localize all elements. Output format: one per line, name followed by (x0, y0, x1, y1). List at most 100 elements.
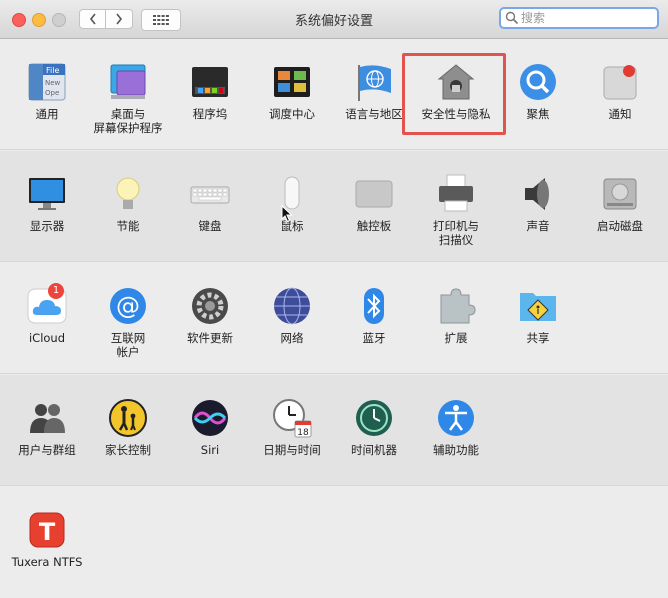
pane-label: 启动磁盘 (597, 219, 643, 233)
close-window-button[interactable] (12, 13, 26, 27)
pane-siri[interactable]: Siri (170, 397, 250, 457)
section-personal: File New Ope 通用 桌面与 屏幕保护程序 程序坞 调度中心 语言与地… (0, 39, 668, 150)
at-sign-icon: @ (110, 288, 146, 324)
pane-label: 声音 (526, 219, 550, 233)
pane-software-update[interactable]: 软件更新 (170, 285, 250, 345)
chevron-left-icon (89, 13, 96, 25)
zoom-window-button[interactable] (52, 13, 66, 27)
display-icon (29, 178, 65, 210)
pane-label: 网络 (280, 331, 304, 345)
pane-mouse[interactable]: 鼠标 (252, 173, 332, 233)
speaker-icon (525, 178, 549, 210)
navigation-buttons (79, 9, 135, 29)
pane-energy-saver[interactable]: 节能 (88, 173, 168, 233)
forward-button[interactable] (106, 9, 133, 29)
pane-dock[interactable]: 程序坞 (170, 61, 250, 121)
svg-text:@: @ (116, 292, 140, 320)
minimize-window-button[interactable] (32, 13, 46, 27)
svg-text:Ope: Ope (45, 89, 59, 97)
highlight-box (402, 53, 506, 135)
desktop-screensaver-icon (110, 64, 146, 99)
trackpad-icon (355, 180, 393, 208)
pane-printers-scanners[interactable]: 打印机与 扫描仪 (416, 173, 496, 247)
pane-label: 通知 (608, 107, 632, 121)
pane-sound[interactable]: 声音 (498, 173, 578, 233)
pane-icloud[interactable]: 1 iCloud (7, 283, 87, 345)
section-system: 用户与群组 家长控制 Siri 18 日期与时间 时间机器 辅助功能 (0, 375, 668, 486)
tuxera-icon: T (29, 512, 65, 548)
pane-extensions[interactable]: 扩展 (416, 285, 496, 345)
pane-trackpad[interactable]: 触控板 (334, 173, 414, 233)
pane-label: 时间机器 (351, 443, 397, 457)
siri-icon (192, 400, 228, 436)
section-internet: 1 iCloud @ 互联网 帐户 软件更新 网络 蓝牙 扩展 共享 (0, 263, 668, 374)
pane-notifications[interactable]: 通知 (580, 61, 660, 121)
pane-general[interactable]: File New Ope 通用 (7, 61, 87, 121)
pane-users-groups[interactable]: 用户与群组 (7, 397, 87, 457)
pane-sharing[interactable]: 共享 (498, 285, 578, 345)
pane-label: Tuxera NTFS (11, 555, 83, 569)
pane-label: 软件更新 (187, 331, 233, 345)
pane-parental-controls[interactable]: 家长控制 (88, 397, 168, 457)
section-hardware: 显示器 节能 键盘 鼠标 触控板 打印机与 扫描仪 声音 启动磁盘 (0, 151, 668, 262)
pane-label: 打印机与 扫描仪 (433, 219, 479, 247)
network-globe-icon (274, 287, 310, 325)
pane-time-machine[interactable]: 时间机器 (334, 397, 414, 457)
pane-spotlight[interactable]: 聚焦 (498, 61, 578, 121)
notifications-icon (603, 65, 637, 100)
pane-label: 扩展 (444, 331, 468, 345)
grid-icon (153, 15, 169, 25)
pane-label: 调度中心 (269, 107, 315, 121)
pane-startup-disk[interactable]: 启动磁盘 (580, 173, 660, 233)
clock-calendar-icon: 18 (273, 399, 312, 438)
pane-network[interactable]: 网络 (252, 285, 332, 345)
notification-badge: 1 (48, 283, 64, 299)
mission-control-icon (274, 67, 310, 97)
section-other: T Tuxera NTFS (0, 487, 668, 598)
search-field[interactable] (499, 7, 659, 29)
pane-label: 辅助功能 (433, 443, 479, 457)
dock-icon (192, 67, 228, 97)
pane-label: 键盘 (198, 219, 222, 233)
pane-bluetooth[interactable]: 蓝牙 (334, 285, 414, 345)
pane-displays[interactable]: 显示器 (7, 173, 87, 233)
search-icon (505, 11, 519, 25)
pane-label: iCloud (28, 331, 66, 345)
users-icon (30, 404, 65, 433)
pane-date-time[interactable]: 18 日期与时间 (252, 397, 332, 457)
pane-label: 蓝牙 (362, 331, 386, 345)
printer-icon (439, 174, 473, 212)
pane-label: 互联网 帐户 (110, 331, 146, 359)
pane-keyboard[interactable]: 键盘 (170, 173, 250, 233)
search-input[interactable] (519, 11, 648, 25)
lightbulb-icon (116, 177, 140, 209)
chevron-right-icon (116, 13, 123, 25)
hard-drive-icon (603, 178, 637, 210)
flag-globe-icon (358, 65, 391, 101)
pane-accessibility[interactable]: 辅助功能 (416, 397, 496, 457)
pane-tuxera-ntfs[interactable]: T Tuxera NTFS (7, 509, 87, 569)
pane-label: 聚焦 (526, 107, 550, 121)
pane-internet-accounts[interactable]: @ 互联网 帐户 (88, 285, 168, 359)
accessibility-icon (438, 400, 474, 436)
pane-desktop-screensaver[interactable]: 桌面与 屏幕保护程序 (88, 61, 168, 135)
mouse-cursor-icon (281, 205, 293, 223)
show-all-button[interactable] (141, 9, 181, 31)
pane-label: 共享 (526, 331, 550, 345)
parental-controls-icon (109, 399, 147, 437)
pane-label: 显示器 (29, 219, 65, 233)
pane-label: 程序坞 (192, 107, 228, 121)
pane-label: 通用 (35, 107, 59, 121)
bluetooth-icon (364, 288, 384, 324)
pane-label: 节能 (116, 219, 140, 233)
pane-label: 日期与时间 (263, 443, 321, 457)
pane-label: 桌面与 屏幕保护程序 (93, 107, 163, 135)
pane-label: 家长控制 (105, 443, 151, 457)
sharing-folder-icon (520, 293, 556, 321)
back-button[interactable] (79, 9, 106, 29)
title-bar: 系统偏好设置 (0, 0, 668, 39)
calendar-day-label: 18 (297, 428, 309, 438)
system-preferences-window: 系统偏好设置 File New Ope 通用 (0, 0, 668, 598)
svg-text:T: T (39, 518, 56, 546)
pane-mission-control[interactable]: 调度中心 (252, 61, 332, 121)
